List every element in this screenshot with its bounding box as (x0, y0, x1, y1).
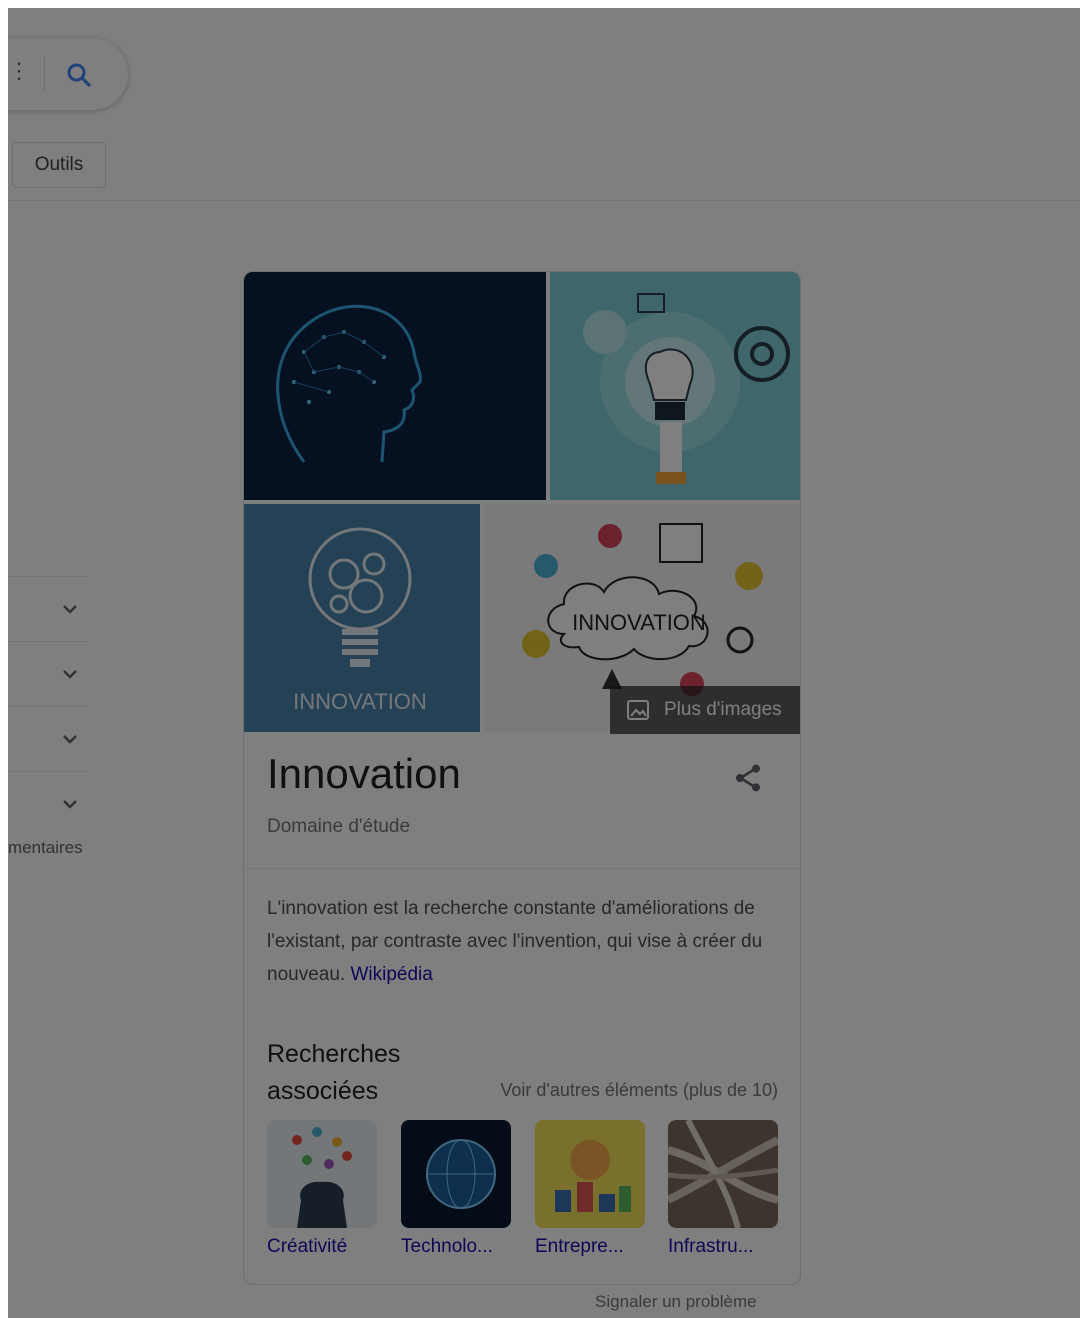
related-item-label: Créativité (267, 1236, 348, 1257)
search-bar[interactable]: ⋮ (8, 38, 128, 110)
bulb-illustration: INNOVATION (244, 504, 480, 732)
accordion-item[interactable] (8, 706, 88, 771)
knowledge-panel: INNOVATION INNOVATION Plus d'images Inno… (243, 271, 801, 1285)
search-bar-separator (44, 56, 45, 92)
wikipedia-link[interactable]: Wikipédia (350, 964, 432, 985)
related-thumbnail (668, 1120, 778, 1228)
entity-title: Innovation (267, 750, 461, 797)
search-icon[interactable] (64, 60, 94, 90)
related-item-technologie[interactable]: Technolo... (401, 1120, 513, 1258)
description-text: L'innovation est la recherche constante … (267, 898, 763, 985)
more-images-label: Plus d'images (664, 699, 782, 720)
lightbulb-gears-image[interactable] (550, 272, 800, 500)
photo-icon (627, 700, 649, 720)
accordion-item[interactable] (8, 771, 88, 836)
search-results-page: ⋮ Outils mentaires INNOVATION INNOVATION… (8, 8, 1080, 1318)
related-item-infrastructure[interactable]: Infrastru... (668, 1120, 780, 1258)
related-item-label: Infrastru... (668, 1236, 754, 1257)
accordion-label[interactable]: mentaires (8, 838, 83, 858)
brain-network-image[interactable] (244, 272, 546, 500)
bulb-caption: INNOVATION (293, 689, 427, 714)
related-thumbnail (401, 1120, 511, 1228)
report-problem-link[interactable]: Signaler un problème (595, 1292, 757, 1312)
panel-divider (244, 868, 800, 869)
more-options-icon[interactable]: ⋮ (8, 58, 30, 84)
related-item-creativite[interactable]: Créativité (267, 1120, 379, 1258)
chevron-down-icon (63, 800, 77, 809)
tools-button[interactable]: Outils (12, 142, 106, 188)
related-thumbnail (535, 1120, 645, 1228)
chevron-down-icon (63, 605, 77, 614)
share-icon[interactable] (732, 762, 764, 794)
accordion-item[interactable] (8, 641, 88, 706)
accordion-item[interactable] (8, 576, 88, 641)
related-item-entrepreneuriat[interactable]: Entrepre... (535, 1120, 647, 1258)
chevron-down-icon (63, 735, 77, 744)
brain-head-illustration (244, 272, 546, 500)
see-more-link[interactable]: Voir d'autres éléments (plus de 10) (500, 1080, 778, 1101)
entity-description: L'innovation est la recherche constante … (267, 892, 777, 991)
related-item-label: Technolo... (401, 1236, 493, 1257)
gears-illustration (550, 272, 800, 500)
related-item-label: Entrepre... (535, 1236, 624, 1257)
innovation-bulb-image[interactable]: INNOVATION (244, 504, 480, 732)
more-images-button[interactable]: Plus d'images (610, 686, 800, 734)
related-searches-title: Recherches associées (267, 1040, 401, 1105)
toolbar-divider (8, 200, 1080, 201)
chevron-down-icon (63, 670, 77, 679)
related-thumbnail (267, 1120, 377, 1228)
cloud-caption: INNOVATION (572, 610, 706, 635)
entity-subtitle: Domaine d'étude (267, 816, 411, 837)
